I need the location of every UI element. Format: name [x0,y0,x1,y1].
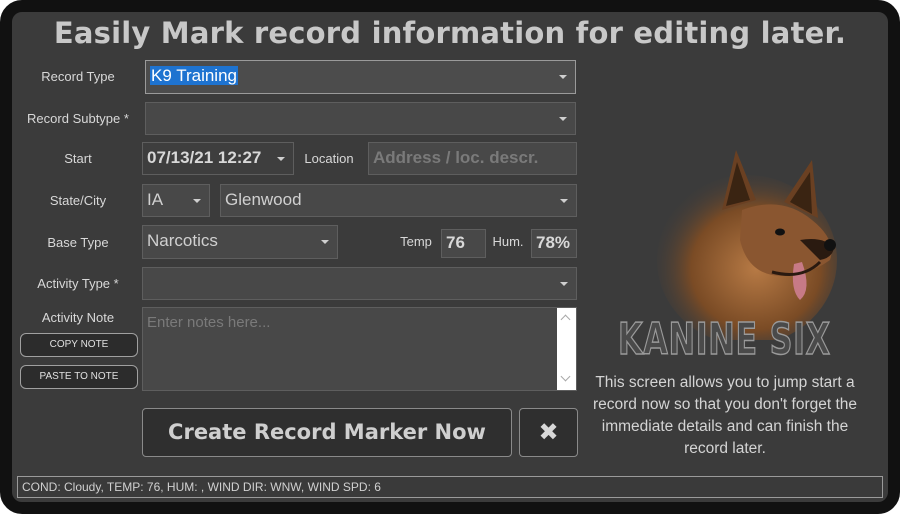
state-value: IA [147,190,164,209]
brand-logo: KANINE SIX [617,313,831,366]
page-title: Easily Mark record information for editi… [53,16,847,50]
activity-note-label: Activity Note [41,310,115,325]
start-datetime-value: 07/13/21 12:27 [147,148,262,167]
record-type-label: Record Type [41,69,115,84]
chevron-down-icon [560,281,568,286]
hum-input[interactable]: 78% [531,229,577,258]
start-datetime-picker[interactable]: 07/13/21 12:27 [142,142,294,175]
hum-value: 78% [536,233,571,252]
status-bar: COND: Cloudy, TEMP: 76, HUM: , WIND DIR:… [17,476,883,498]
temp-label: Temp [400,234,432,249]
record-subtype-select[interactable] [145,102,576,135]
location-placeholder: Address / loc. descr. [373,148,539,167]
note-scrollbar[interactable] [557,308,576,390]
scroll-down-icon[interactable] [560,371,571,382]
copy-note-label: COPY NOTE [49,339,109,350]
description-text: This screen allows you to jump start a r… [592,374,858,457]
activity-type-label: Activity Type * [37,276,119,291]
base-type-label: Base Type [47,235,109,250]
paste-to-note-button[interactable]: PASTE TO NOTE [20,365,138,389]
close-icon: ✖ [538,418,559,446]
city-select[interactable]: Glenwood [220,184,577,217]
paste-to-note-label: PASTE TO NOTE [39,371,119,382]
activity-note-placeholder: Enter notes here... [147,314,271,331]
activity-note-textarea[interactable]: Enter notes here... [142,307,577,391]
record-subtype-label: Record Subtype * [27,111,129,126]
chevron-down-icon [559,75,567,79]
scroll-up-icon[interactable] [560,314,571,325]
state-city-label: State/City [49,193,107,208]
base-type-value: Narcotics [147,231,218,250]
close-button[interactable]: ✖ [519,408,578,457]
create-record-marker-label: Create Record Marker Now [168,420,486,444]
german-shepherd-dog-icon [657,150,837,340]
start-label: Start [64,151,92,166]
chevron-down-icon [559,116,567,121]
chevron-down-icon [321,240,329,244]
chevron-down-icon [193,198,201,203]
location-input[interactable]: Address / loc. descr. [368,142,577,175]
create-record-marker-button[interactable]: Create Record Marker Now [142,408,512,457]
chevron-down-icon [560,198,568,203]
location-label: Location [304,151,354,166]
state-select[interactable]: IA [142,184,210,217]
hum-label: Hum. [492,234,524,249]
record-type-select[interactable]: K9 Training [145,60,576,94]
temp-value: 76 [446,233,465,252]
city-value: Glenwood [225,190,302,209]
chevron-down-icon [277,156,285,161]
base-type-select[interactable]: Narcotics [142,225,338,259]
copy-note-button[interactable]: COPY NOTE [20,333,138,357]
record-type-value: K9 Training [150,66,238,85]
activity-type-select[interactable] [142,267,577,300]
temp-input[interactable]: 76 [441,229,486,258]
